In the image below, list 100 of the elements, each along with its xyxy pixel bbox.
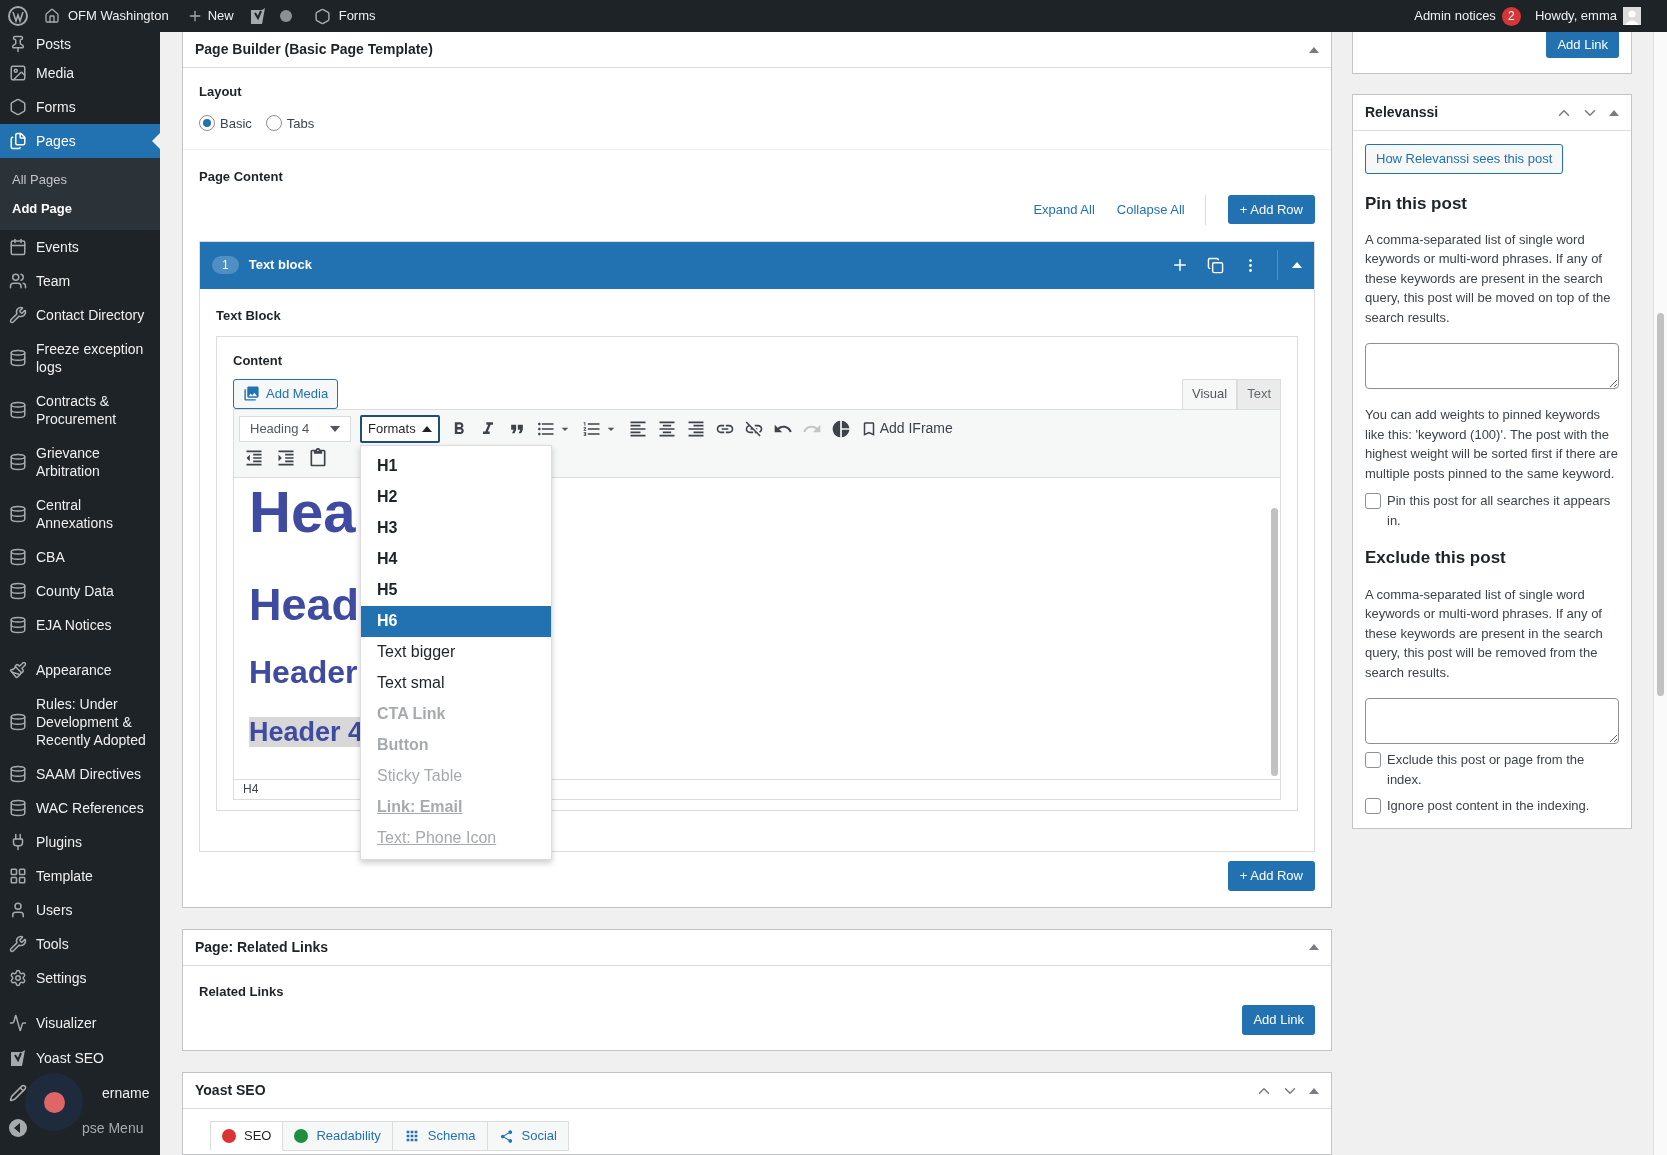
database-icon[interactable]	[9, 401, 27, 419]
block-format-select[interactable]: Heading 4	[239, 415, 351, 442]
plus-icon[interactable]	[1171, 256, 1189, 274]
menu-item[interactable]: Forms	[36, 98, 76, 116]
menu-item[interactable]: Central Annexations	[36, 496, 160, 532]
checkbox[interactable]	[1365, 493, 1381, 509]
admin-notices-link[interactable]: Admin notices	[1414, 6, 1496, 26]
wrench-icon[interactable]	[9, 306, 27, 324]
hexagon-icon[interactable]	[9, 98, 27, 116]
menu-item[interactable]: H4	[361, 543, 551, 575]
menu-item[interactable]: H3	[361, 512, 551, 544]
database-icon[interactable]	[9, 765, 27, 783]
radio-button[interactable]	[199, 115, 215, 132]
keywords-field[interactable]	[1365, 698, 1619, 744]
expand-all-link[interactable]: Expand All	[1033, 199, 1095, 220]
seo-tab[interactable]: Schema	[391, 1121, 488, 1151]
database-icon[interactable]	[9, 582, 27, 600]
scrollbar-thumb[interactable]	[1270, 507, 1278, 776]
add-row-button[interactable]: + Add Row	[1227, 860, 1315, 891]
hexagon-icon[interactable]	[313, 7, 331, 25]
add-link-button[interactable]: Add Link	[1546, 32, 1619, 58]
menu-item[interactable]: H2	[361, 481, 551, 513]
people-icon[interactable]	[9, 272, 27, 290]
paste-icon[interactable]	[308, 447, 328, 468]
menu-item[interactable]: Tools	[36, 935, 69, 953]
menu-item[interactable]: Text smal	[361, 667, 551, 699]
menu-item[interactable]: County Data	[36, 582, 114, 600]
collapse-icon[interactable]	[1292, 262, 1302, 268]
checkbox[interactable]	[1365, 752, 1381, 768]
caret-icon[interactable]	[421, 425, 432, 432]
formats-button[interactable]: Formats	[360, 414, 440, 443]
menu-item[interactable]: Plugins	[36, 833, 82, 851]
menu-item[interactable]: Events	[36, 238, 79, 256]
collapse-icon[interactable]	[1609, 109, 1619, 116]
site-name-link[interactable]: OFM Washington	[68, 6, 169, 26]
submenu-item[interactable]: Add Page	[12, 198, 72, 219]
forms-link[interactable]: Forms	[338, 6, 376, 26]
menu-item[interactable]: Media	[36, 64, 75, 82]
database-icon[interactable]	[9, 548, 27, 566]
menu-item[interactable]: EJA Notices	[36, 616, 112, 634]
menu-item[interactable]: Template	[36, 867, 93, 885]
wrench-icon[interactable]	[9, 935, 27, 953]
keywords-field[interactable]	[1365, 343, 1619, 389]
menu-item[interactable]: H5	[361, 574, 551, 606]
menu-item[interactable]: Appearance	[36, 661, 112, 679]
menu-item[interactable]: Text bigger	[361, 636, 551, 668]
database-icon[interactable]	[9, 349, 27, 367]
collapse-menu-icon[interactable]	[8, 1118, 28, 1138]
add-row-button[interactable]: + Add Row	[1227, 195, 1315, 224]
add-iframe-button[interactable]: Add IFrame	[859, 418, 953, 439]
menu-item[interactable]: Rules: Under Development & Recently Adopted	[36, 695, 160, 749]
user-icon[interactable]	[9, 901, 27, 919]
grid-icon[interactable]	[9, 867, 27, 885]
menu-item[interactable]: WAC References	[36, 799, 144, 817]
duplicate-icon[interactable]	[1207, 256, 1224, 274]
database-icon[interactable]	[9, 713, 27, 731]
submenu-item[interactable]: All Pages	[12, 169, 67, 190]
menu-item[interactable]: Settings	[36, 969, 87, 987]
collapse-icon[interactable]	[1309, 944, 1319, 950]
block-header[interactable]: 1 Text block	[200, 241, 1314, 289]
home-icon[interactable]	[44, 8, 60, 24]
pie-chart-icon[interactable]	[830, 418, 851, 439]
menu-item[interactable]: CBA	[36, 548, 65, 566]
radio-button[interactable]	[265, 115, 282, 132]
scrollbar-thumb[interactable]	[1657, 313, 1664, 696]
add-media-button[interactable]: Add Media	[233, 378, 339, 409]
settings-icon[interactable]	[9, 969, 27, 987]
menu-item[interactable]: pse Menu	[82, 1119, 144, 1137]
preview-button[interactable]: How Relevanssi sees this post	[1365, 144, 1564, 174]
media-icon[interactable]	[9, 64, 27, 82]
yoast-icon[interactable]	[8, 1048, 28, 1068]
menu-item[interactable]: Users	[36, 901, 73, 919]
menu-item[interactable]: Visualizer	[36, 1014, 97, 1032]
new-link[interactable]: New	[207, 6, 234, 26]
calendar-icon[interactable]	[9, 238, 27, 256]
greeting-link[interactable]: Howdy, emma	[1534, 6, 1617, 26]
checkbox[interactable]	[1365, 798, 1381, 814]
pin-icon[interactable]	[9, 35, 27, 53]
menu-item[interactable]: Team	[36, 272, 71, 290]
wordpress-logo-icon[interactable]	[8, 6, 28, 26]
menu-item[interactable]: ername	[102, 1084, 150, 1102]
menu-item[interactable]: Freeze exception logs	[36, 340, 160, 376]
menu-item[interactable]: Pages	[36, 132, 76, 150]
seo-tab[interactable]: SEO	[210, 1121, 284, 1151]
collapse-icon[interactable]	[1309, 1087, 1319, 1094]
database-icon[interactable]	[9, 616, 27, 634]
menu-item[interactable]: H6	[361, 605, 551, 637]
database-icon[interactable]	[9, 799, 27, 817]
seo-tab[interactable]: Social	[486, 1121, 569, 1151]
add-link-button[interactable]: Add Link	[1242, 1005, 1315, 1035]
paintbrush-icon[interactable]	[9, 661, 27, 679]
pages-icon[interactable]	[9, 132, 27, 150]
menu-item[interactable]: Grievance Arbitration	[36, 444, 160, 480]
collapse-icon[interactable]	[1309, 46, 1319, 53]
collapse-all-link[interactable]: Collapse All	[1116, 194, 1206, 225]
menu-item[interactable]: H1	[361, 450, 551, 482]
editor-tab[interactable]: Visual	[1181, 378, 1238, 409]
database-icon[interactable]	[9, 453, 27, 471]
editor-tab[interactable]: Text	[1237, 378, 1281, 409]
menu-item[interactable]: Contact Directory	[36, 306, 145, 324]
